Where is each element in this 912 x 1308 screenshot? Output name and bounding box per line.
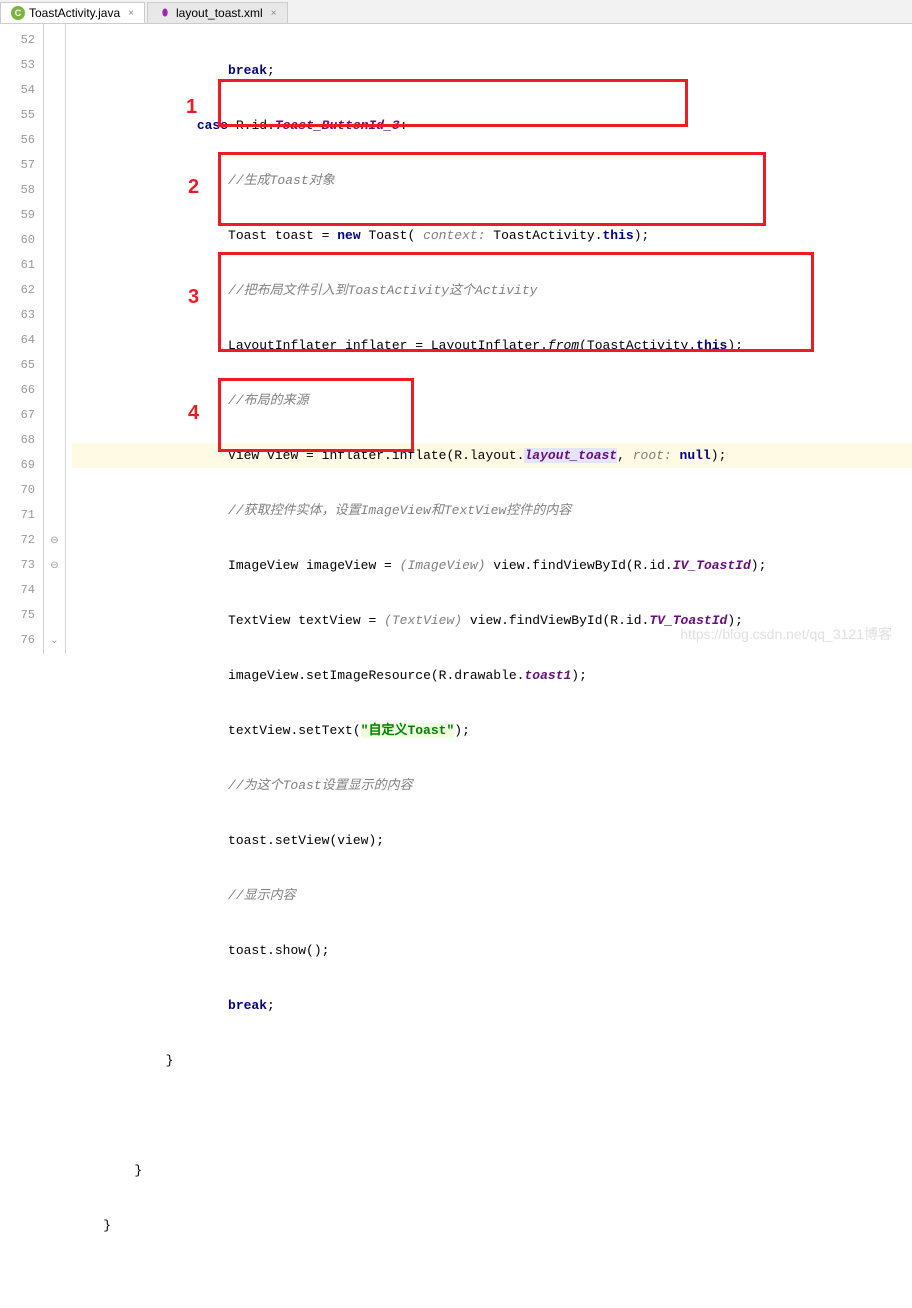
line-number: 53 — [0, 53, 43, 78]
line-number: 74 — [0, 578, 43, 603]
line-number: 73 — [0, 553, 43, 578]
comment: //把布局文件引入到ToastActivity这个Activity — [228, 283, 537, 298]
line-number: 70 — [0, 478, 43, 503]
brace: } — [103, 1218, 111, 1233]
param-hint: root: — [633, 448, 680, 463]
java-class-icon: C — [11, 6, 25, 20]
comment: //为这个Toast设置显示的内容 — [228, 778, 413, 793]
line-number: 68 — [0, 428, 43, 453]
keyword-this: this — [603, 228, 634, 243]
line-number: 55 — [0, 103, 43, 128]
tab-bar: C ToastActivity.java × ⬮ layout_toast.xm… — [0, 0, 912, 24]
line-number: 69 — [0, 453, 43, 478]
comment: //显示内容 — [228, 888, 296, 903]
keyword-break: break — [228, 998, 267, 1013]
line-number: 67 — [0, 403, 43, 428]
comment: //获取控件实体，设置ImageView和TextView控件的内容 — [228, 503, 571, 518]
line-number: 59 — [0, 203, 43, 228]
brace: } — [134, 1163, 142, 1178]
fold-gutter: ⊖ ⊖ ⌄ — [44, 24, 66, 654]
keyword-break: break — [228, 63, 267, 78]
field-ref: TV_ToastId — [649, 613, 727, 628]
line-number: 71 — [0, 503, 43, 528]
cast: (TextView) — [384, 613, 462, 628]
line-number: 60 — [0, 228, 43, 253]
line-number: 54 — [0, 78, 43, 103]
line-number: 76 — [0, 628, 43, 653]
close-icon[interactable]: × — [128, 8, 134, 19]
line-number: 61 — [0, 253, 43, 278]
fold-marker-icon[interactable]: ⊖ — [44, 528, 65, 553]
param-hint: context: — [415, 228, 493, 243]
fold-marker-icon[interactable]: ⊖ — [44, 553, 65, 578]
keyword-new: new — [337, 228, 360, 243]
tab-label: layout_toast.xml — [176, 6, 263, 20]
field-ref: toast1 — [524, 668, 571, 683]
line-number: 65 — [0, 353, 43, 378]
line-number: 75 — [0, 603, 43, 628]
resource-ref: _toast — [570, 448, 617, 463]
line-number: 63 — [0, 303, 43, 328]
close-icon[interactable]: × — [271, 8, 277, 19]
line-number: 72 — [0, 528, 43, 553]
line-number: 62 — [0, 278, 43, 303]
tab-java-file[interactable]: C ToastActivity.java × — [0, 2, 145, 23]
resource-ref: layout — [524, 448, 571, 463]
tab-label: ToastActivity.java — [29, 6, 120, 20]
tab-xml-file[interactable]: ⬮ layout_toast.xml × — [147, 2, 288, 23]
field-ref: Toast_ButtonId_3 — [275, 118, 400, 133]
static-method: from — [548, 338, 579, 353]
keyword-case: case — [197, 118, 228, 133]
fold-marker-icon[interactable]: ⌄ — [44, 628, 65, 653]
code-area[interactable]: break; case R.id.Toast_ButtonId_3: //生成T… — [66, 24, 912, 654]
brace: } — [166, 1053, 174, 1068]
xml-file-icon: ⬮ — [158, 6, 172, 20]
string-literal: "自定义Toast" — [361, 723, 455, 738]
keyword-null: null — [680, 448, 711, 463]
comment: //布局的来源 — [228, 393, 309, 408]
line-number: 66 — [0, 378, 43, 403]
code-editor[interactable]: 52 53 54 55 56 57 58 59 60 61 62 63 64 6… — [0, 24, 912, 654]
cast: (ImageView) — [400, 558, 486, 573]
keyword-this: this — [696, 338, 727, 353]
line-number: 56 — [0, 128, 43, 153]
line-number: 58 — [0, 178, 43, 203]
line-number: 57 — [0, 153, 43, 178]
line-number: 64 — [0, 328, 43, 353]
line-number: 52 — [0, 28, 43, 53]
comment: //生成Toast对象 — [228, 173, 335, 188]
line-number-gutter: 52 53 54 55 56 57 58 59 60 61 62 63 64 6… — [0, 24, 44, 654]
field-ref: IV_ToastId — [673, 558, 751, 573]
